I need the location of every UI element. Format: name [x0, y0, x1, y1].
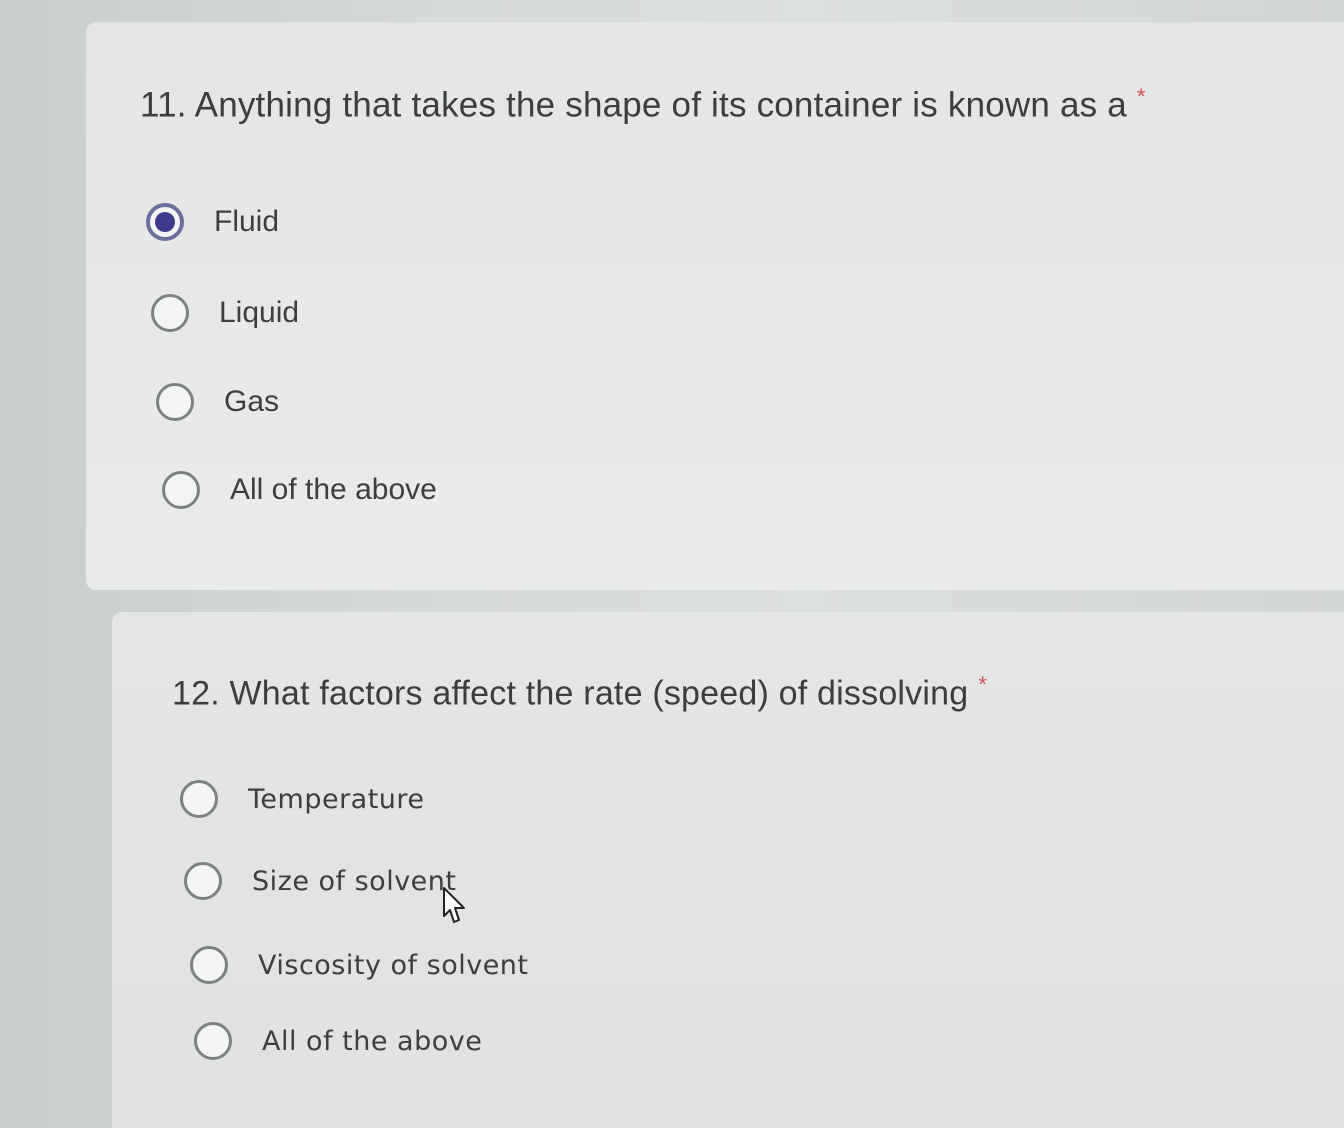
option-label: Size of solvent [252, 865, 457, 897]
radio-button-icon[interactable] [194, 1022, 232, 1060]
form-page: 11. Anything that takes the shape of its… [0, 0, 1344, 1128]
radio-button-icon[interactable] [162, 471, 200, 509]
option-label: All of the above [262, 1025, 483, 1057]
hand-pointer-icon [443, 887, 465, 923]
option-label: Gas [224, 385, 280, 418]
radio-option-gas[interactable]: Gas [156, 383, 279, 421]
question-text-11: 11. Anything that takes the shape of its… [140, 85, 1127, 125]
question-title-11: 11. Anything that takes the shape of its… [140, 84, 1146, 126]
option-label: Fluid [214, 205, 280, 238]
required-asterisk: * [1136, 84, 1146, 109]
radio-dot-icon [155, 212, 175, 232]
question-text-12: 12. What factors affect the rate (speed)… [172, 674, 969, 713]
question-card-11: 11. Anything that takes the shape of its… [86, 22, 1344, 590]
radio-button-icon[interactable] [184, 862, 222, 900]
radio-button-icon[interactable] [190, 946, 228, 984]
radio-option-liquid[interactable]: Liquid [151, 294, 299, 332]
radio-option-all-of-the-above-12[interactable]: All of the above [194, 1022, 482, 1060]
option-label: All of the above [230, 473, 437, 506]
option-label: Temperature [248, 783, 425, 815]
question-card-12: 12. What factors affect the rate (speed)… [112, 612, 1344, 1128]
radio-option-fluid[interactable]: Fluid [146, 203, 279, 241]
radio-button-icon[interactable] [156, 383, 194, 421]
radio-button-selected-icon[interactable] [146, 203, 184, 241]
option-label: Liquid [219, 296, 300, 329]
radio-option-size-of-solvent[interactable]: Size of solvent [184, 862, 457, 900]
option-label: Viscosity of solvent [258, 949, 529, 981]
radio-option-viscosity-of-solvent[interactable]: Viscosity of solvent [190, 946, 529, 984]
radio-button-icon[interactable] [151, 294, 189, 332]
question-title-12: 12. What factors affect the rate (speed)… [172, 672, 987, 713]
required-asterisk: * [978, 672, 988, 697]
radio-option-temperature[interactable]: Temperature [180, 780, 425, 818]
radio-option-all-of-the-above[interactable]: All of the above [162, 471, 437, 509]
radio-button-icon[interactable] [180, 780, 218, 818]
